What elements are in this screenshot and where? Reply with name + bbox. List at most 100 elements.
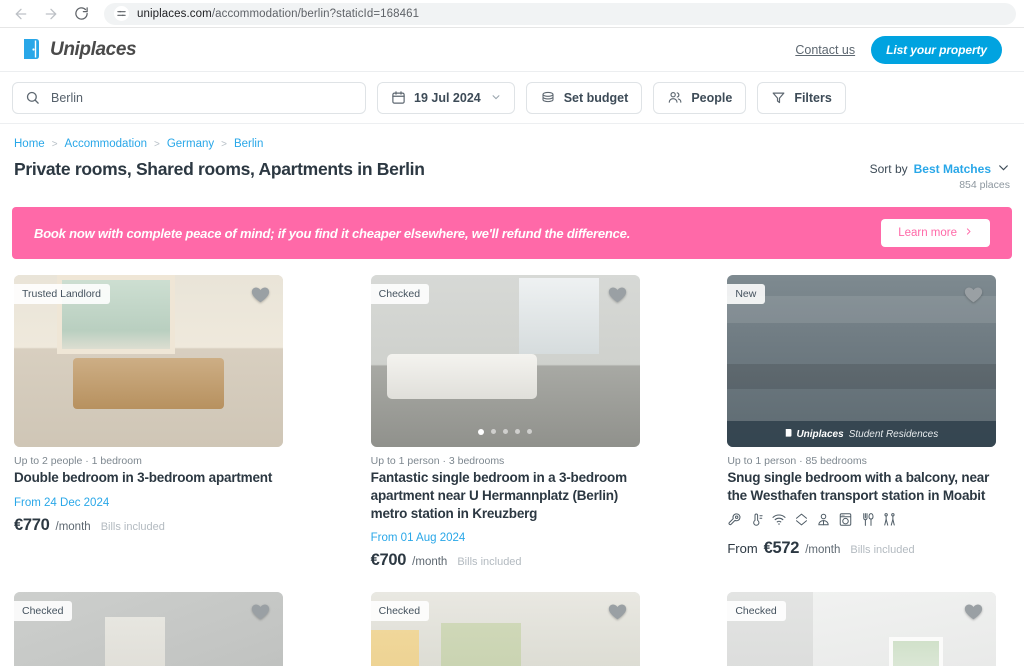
listing-card[interactable]: New Uniplaces Student Residences Up to 1… bbox=[727, 275, 997, 570]
listing-title[interactable]: Snug single bedroom with a balcony, near… bbox=[727, 469, 996, 505]
chevron-down-icon bbox=[491, 91, 501, 105]
listing-badge: Checked bbox=[727, 601, 786, 622]
concierge-icon bbox=[816, 512, 831, 532]
sort-control: Sort by Best Matches 854 places bbox=[870, 159, 1010, 191]
breadcrumb-separator-icon: > bbox=[154, 138, 160, 150]
gym-icon bbox=[882, 512, 897, 532]
carousel-dot[interactable] bbox=[491, 429, 497, 434]
listing-image[interactable]: New Uniplaces Student Residences bbox=[727, 275, 997, 447]
listing-title[interactable]: Fantastic single bedroom in a 3-bedroom … bbox=[371, 469, 640, 522]
carousel-dot[interactable] bbox=[527, 429, 533, 434]
people-icon bbox=[667, 90, 683, 105]
listing-grid: Trusted Landlord Up to 2 people · 1 bedr… bbox=[12, 275, 1012, 666]
listing-price: €572 bbox=[763, 538, 800, 557]
listing-price: €770 bbox=[14, 515, 50, 534]
promo-banner-text: Book now with complete peace of mind; if… bbox=[34, 225, 631, 241]
listing-badge: Trusted Landlord bbox=[14, 284, 110, 304]
listing-price-period: /month bbox=[412, 556, 448, 569]
promo-learn-more-button[interactable]: Learn more bbox=[881, 219, 990, 247]
reload-button[interactable] bbox=[68, 2, 94, 26]
coins-icon bbox=[540, 90, 556, 105]
listing-title[interactable]: Double bedroom in 3-bedroom apartment bbox=[14, 469, 283, 487]
chevron-right-icon bbox=[964, 227, 973, 239]
listing-price-row: €770 /month Bills included bbox=[14, 516, 283, 535]
listing-image[interactable]: Checked bbox=[14, 592, 283, 666]
listing-meta: Up to 1 person · 85 bedrooms bbox=[727, 455, 867, 467]
filters-label: Filters bbox=[794, 90, 832, 105]
listing-meta: Up to 2 people · 1 bedroom bbox=[14, 455, 142, 467]
heart-icon[interactable] bbox=[249, 284, 272, 310]
listing-card[interactable]: Checked bbox=[14, 592, 283, 666]
breadcrumb-item-berlin[interactable]: Berlin bbox=[234, 138, 263, 150]
date-filter-label: 19 Jul 2024 bbox=[414, 90, 481, 105]
listing-details: Up to 1 person · 3 bedrooms Fantastic si… bbox=[371, 447, 640, 570]
header-actions: Contact us List your property bbox=[795, 35, 1002, 64]
listing-card[interactable]: Checked bbox=[727, 592, 997, 666]
uniplaces-logo-icon bbox=[785, 428, 793, 441]
heart-icon[interactable] bbox=[962, 284, 985, 310]
heart-icon[interactable] bbox=[606, 601, 629, 627]
uniplaces-logo[interactable]: Uniplaces bbox=[22, 37, 137, 62]
residences-logo-text: Uniplaces bbox=[796, 428, 844, 440]
sort-by-dropdown[interactable]: Sort by Best Matches bbox=[870, 161, 1010, 177]
heart-icon[interactable] bbox=[249, 601, 272, 627]
listing-image[interactable]: Trusted Landlord bbox=[14, 275, 283, 447]
list-your-property-button[interactable]: List your property bbox=[871, 35, 1002, 64]
places-count: 854 places bbox=[959, 179, 1010, 191]
search-icon bbox=[25, 90, 40, 105]
reload-icon bbox=[74, 6, 89, 21]
listing-meta: Up to 1 person · 3 bedrooms bbox=[370, 455, 505, 467]
listing-card[interactable]: Checked bbox=[370, 592, 640, 666]
listing-badge: New bbox=[727, 284, 766, 304]
contact-us-link[interactable]: Contact us bbox=[795, 43, 855, 57]
listing-image[interactable]: Checked bbox=[727, 592, 997, 666]
wrench-icon bbox=[727, 512, 742, 532]
search-input[interactable]: Berlin bbox=[12, 81, 366, 114]
price-match-promo-banner: Book now with complete peace of mind; if… bbox=[12, 207, 1012, 259]
listing-badge: Checked bbox=[370, 284, 430, 304]
heart-icon[interactable] bbox=[606, 284, 629, 310]
breadcrumb-item-accommodation[interactable]: Accommodation bbox=[65, 138, 147, 150]
back-arrow-icon bbox=[13, 6, 29, 22]
site-header: Uniplaces Contact us List your property bbox=[0, 28, 1024, 72]
site-settings-icon[interactable] bbox=[114, 6, 129, 21]
listing-badge: Checked bbox=[14, 601, 73, 622]
budget-filter-label: Set budget bbox=[563, 90, 629, 105]
listing-price-prefix: From bbox=[727, 540, 758, 556]
forward-button[interactable] bbox=[38, 2, 64, 26]
student-residences-overlay: Uniplaces Student Residences bbox=[727, 421, 997, 447]
uniplaces-logo-icon bbox=[22, 37, 43, 62]
chevron-down-icon bbox=[997, 161, 1010, 177]
listing-amenities bbox=[727, 512, 996, 532]
residences-subtitle: Student Residences bbox=[848, 428, 939, 440]
carousel-dot[interactable] bbox=[515, 429, 521, 434]
back-button[interactable] bbox=[8, 2, 34, 26]
listing-price-row: From €572 /month Bills included bbox=[727, 539, 996, 558]
carousel-dot[interactable] bbox=[503, 429, 509, 434]
people-filter-label: People bbox=[691, 90, 733, 105]
promo-learn-more-label: Learn more bbox=[898, 227, 957, 239]
listing-image[interactable]: Checked bbox=[370, 275, 640, 447]
breadcrumb-item-home[interactable]: Home bbox=[14, 138, 45, 150]
carousel-dot[interactable] bbox=[478, 429, 485, 435]
people-filter-button[interactable]: People bbox=[653, 81, 747, 114]
main-content: Home > Accommodation > Germany > Berlin … bbox=[0, 124, 1024, 666]
address-bar[interactable]: uniplaces.com/accommodation/berlin?stati… bbox=[104, 2, 1016, 25]
heart-icon[interactable] bbox=[962, 601, 985, 627]
listing-card[interactable]: Trusted Landlord Up to 2 people · 1 bedr… bbox=[14, 275, 283, 570]
budget-filter-button[interactable]: Set budget bbox=[525, 81, 643, 114]
breadcrumb-item-germany[interactable]: Germany bbox=[167, 138, 214, 150]
image-carousel-dots[interactable] bbox=[371, 429, 640, 435]
listing-details: Up to 1 person · 85 bedrooms Snug single… bbox=[727, 447, 996, 558]
date-filter-button[interactable]: 19 Jul 2024 bbox=[377, 81, 515, 114]
filters-button[interactable]: Filters bbox=[757, 81, 846, 114]
listing-image[interactable]: Checked bbox=[370, 592, 640, 666]
listing-bills-note: Bills included bbox=[457, 556, 522, 569]
listing-card[interactable]: Checked Up to 1 person · 3 bedrooms Fant… bbox=[370, 275, 640, 570]
breadcrumb-separator-icon: > bbox=[51, 138, 58, 150]
listing-available-from: From 24 Dec 2024 bbox=[14, 496, 110, 509]
address-bar-url: uniplaces.com/accommodation/berlin?stati… bbox=[137, 7, 420, 20]
listing-details: Up to 2 people · 1 bedroom Double bedroo… bbox=[14, 447, 283, 535]
sort-by-value: Best Matches bbox=[913, 162, 991, 176]
page-title: Private rooms, Shared rooms, Apartments … bbox=[14, 159, 425, 179]
